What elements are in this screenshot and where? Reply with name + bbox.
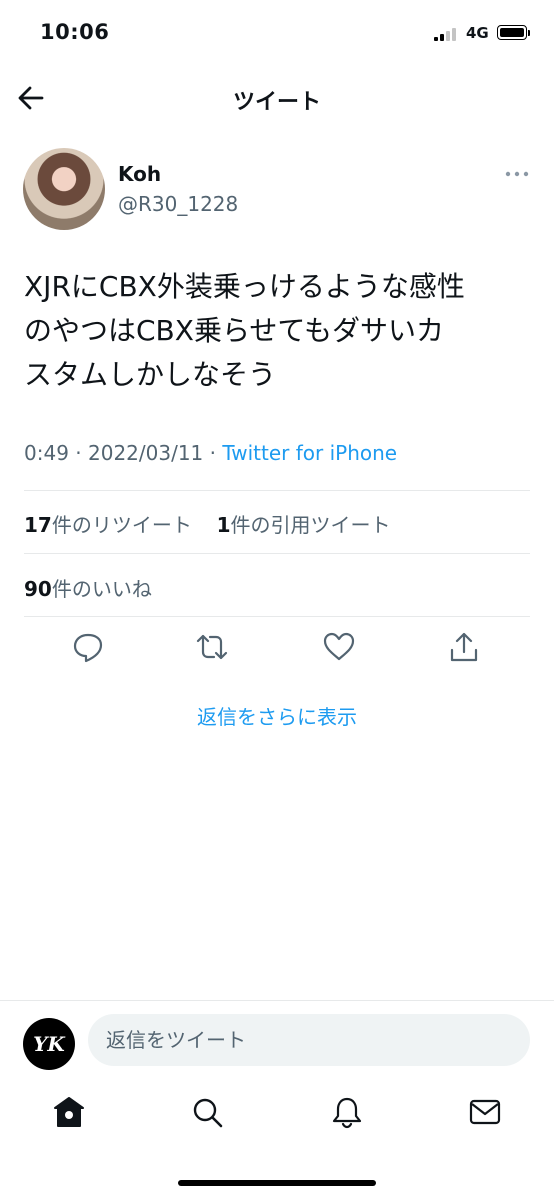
like-label: 件のいいね [51, 577, 152, 601]
network-type: 4G [466, 24, 489, 42]
like-icon[interactable] [322, 630, 356, 664]
more-options-icon[interactable] [504, 164, 530, 184]
reply-input[interactable] [88, 1014, 530, 1066]
navigation-bar: ツイート [0, 70, 554, 126]
divider [24, 616, 530, 617]
messages-icon[interactable] [468, 1095, 502, 1129]
divider [24, 553, 530, 554]
notifications-icon[interactable] [330, 1095, 364, 1129]
search-icon[interactable] [190, 1095, 224, 1129]
home-icon[interactable] [52, 1095, 86, 1129]
tweet-actions [0, 630, 554, 672]
show-more-replies-link[interactable]: 返信をさらに表示 [0, 701, 554, 730]
tweet-date: 2022/03/11 [88, 441, 204, 465]
tab-bar [0, 1085, 554, 1145]
page-title: ツイート [232, 90, 321, 115]
status-bar: 10:06 4G [0, 0, 554, 64]
tweet-source-link[interactable]: Twitter for iPhone [222, 441, 397, 465]
retweet-stats: 17件のリツイート 1件の引用ツイート [24, 509, 390, 538]
tweet-text-line: スタムしかしなそう [24, 358, 277, 391]
quote-count: 1 [216, 513, 231, 537]
status-time: 10:06 [40, 20, 110, 44]
home-indicator [178, 1180, 376, 1186]
retweet-count: 17 [24, 513, 52, 537]
author-avatar[interactable] [23, 148, 105, 230]
tweet-time: 0:49 [24, 441, 69, 465]
divider [24, 490, 530, 491]
reply-icon[interactable] [71, 630, 105, 664]
share-icon[interactable] [447, 630, 481, 664]
likes-link[interactable]: 90件のいいね [24, 573, 152, 602]
quotes-link[interactable]: 1件の引用ツイート [217, 513, 391, 537]
tweet-text-line: XJRにCBX外装乗っけるような感性 [24, 270, 465, 303]
battery-icon [497, 25, 527, 40]
retweet-label: 件のリツイート [51, 513, 192, 537]
retweet-icon[interactable] [195, 630, 229, 664]
like-count: 90 [24, 577, 52, 601]
tweet-meta: 0:49 · 2022/03/11 · Twitter for iPhone [24, 441, 398, 465]
quote-label: 件の引用ツイート [230, 513, 391, 537]
tweet-text-line: のやつはCBX乗らせてもダサいカ [24, 314, 444, 347]
my-avatar[interactable]: YK [23, 1018, 75, 1070]
signal-icon [434, 27, 460, 41]
reply-bar: YK [0, 1000, 554, 1077]
tweet-text: XJRにCBX外装乗っけるような感性 のやつはCBX乗らせてもダサいカ スタムし… [24, 265, 534, 397]
retweets-link[interactable]: 17件のリツイート [24, 513, 192, 537]
author-handle[interactable]: @R30_1228 [118, 192, 238, 216]
author-name[interactable]: Koh [118, 162, 161, 186]
